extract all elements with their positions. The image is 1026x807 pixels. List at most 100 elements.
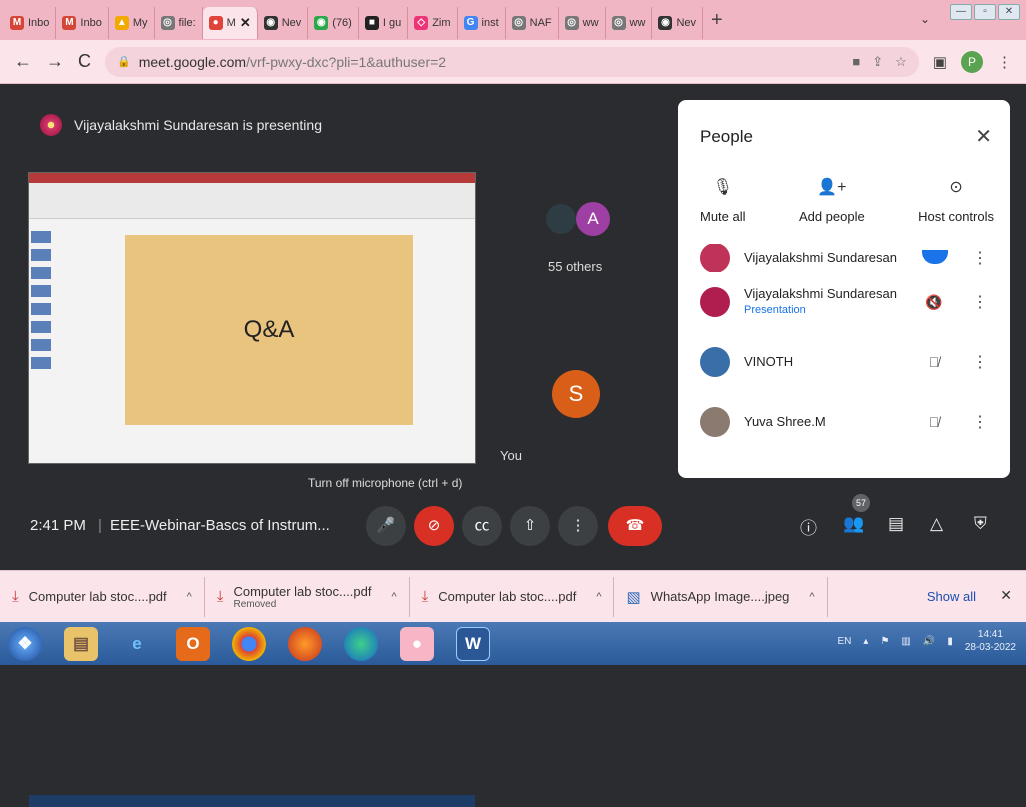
new-tab-button[interactable]: + [711,9,723,32]
firefox-icon[interactable] [288,626,322,661]
tab-3[interactable]: ◎ file: [155,7,203,39]
tab-13[interactable]: ◉ Nev [652,7,703,39]
tab-9[interactable]: Ginst [458,7,506,39]
people-icon[interactable]: 👥 [843,514,864,534]
presentation-muted-icon[interactable]: 🔇 [922,294,946,311]
battery-icon[interactable]: ▮ [947,636,953,647]
tab-label: Nev [281,17,302,29]
volume-icon[interactable]: 🔊 [923,636,935,647]
meeting-controls: 2:41 PM | EEE-Webinar-Bascs of Instrum..… [0,494,1026,550]
camera-in-use-icon[interactable]: ■ [852,54,860,70]
flag-icon[interactable]: ⚑ [880,636,889,647]
activities-icon[interactable]: △ [930,514,943,534]
download-menu-icon[interactable]: ^ [809,591,814,603]
download-item[interactable]: ⤓ Computer lab stoc....pdf ^ [410,576,615,617]
system-tray: EN ▴ ⚑ ▥ 🔊 ▮ 14:41 28-03-2022 [838,628,1016,654]
tab-8[interactable]: ◇ Zim [408,7,458,39]
participant-avatar-a: A [576,202,610,236]
shared-screen[interactable]: Q&A [28,172,476,807]
forward-icon[interactable]: → [46,51,64,72]
participant-name-block: Vijayalakshmi Sundaresan Presentation [744,286,922,318]
tab-label: Inbo [28,17,50,29]
internet-explorer-icon[interactable]: e [120,627,154,661]
close-downloads-icon[interactable]: ✕ [1000,587,1012,604]
tab-11[interactable]: ◎ ww [559,7,606,39]
close-icon[interactable]: ✕ [975,124,992,149]
menu-kebab-icon[interactable]: ⋮ [997,53,1012,71]
windows-logo-icon: ❖ [17,633,33,653]
tab-7[interactable]: ■ I gu [359,7,409,39]
tab-2[interactable]: ▲ My [109,7,155,39]
tab-6[interactable]: ◉ (76) [308,7,359,39]
tray-arrow-icon[interactable]: ▴ [863,636,868,647]
reload-icon[interactable]: C [78,51,91,72]
leave-call-button[interactable]: ☎ [608,506,662,546]
more-options-button[interactable]: ⋮ [558,506,598,546]
download-menu-icon[interactable]: ^ [391,591,396,603]
close-window-button[interactable]: ✕ [998,4,1020,20]
edge-icon[interactable] [344,626,378,661]
participant-more-icon[interactable]: ⋮ [972,352,988,372]
participant-row[interactable]: Vijayalakshmi Sundaresan Presentation 🔇 ⋮ [678,272,1010,332]
captions-button[interactable]: ㏄ [462,506,502,546]
participant-row[interactable]: VINOTH 🎙̸ ⋮ [678,332,1010,392]
host-controls-icon[interactable]: ⛨ [974,514,987,534]
people-action-add-people[interactable]: 👤+ Add people [799,177,865,224]
profile-avatar[interactable]: P [961,50,983,73]
people-action-mute-all[interactable]: 🎙 Mute all [700,177,746,224]
speaking-indicator-icon[interactable] [922,249,948,267]
download-item[interactable]: ▧ WhatsApp Image....jpeg ^ [614,576,828,617]
outlook-icon[interactable]: O [176,626,210,661]
share-icon[interactable]: ⇪ [872,54,883,70]
tab-4[interactable]: ● M ✕ [202,7,258,39]
tab-10[interactable]: ◎ NAF [506,7,559,39]
download-item[interactable]: ⤓ Computer lab stoc....pdf ^ [0,576,205,617]
tab-label: inst [481,17,499,29]
chrome-icon[interactable] [232,626,266,661]
tab-0[interactable]: M Inbo [4,7,57,39]
participant-row[interactable]: Yuva Shree.M 🎙̸ ⋮ [678,392,1010,452]
download-menu-icon[interactable]: ^ [187,591,192,603]
url-field[interactable]: 🔒 meet.google.com/vrf-pwxy-dxc?pli=1&aut… [105,46,919,77]
tab-5[interactable]: ◉ Nev [258,7,309,39]
chrome-active-icon[interactable]: ● [400,626,434,661]
download-name: Computer lab stoc....pdf [233,583,372,599]
word-icon[interactable]: W [456,626,490,661]
tab-close-icon[interactable]: ✕ [240,15,251,31]
shared-taskbar [29,795,475,807]
tab-12[interactable]: ◎ ww [606,7,653,39]
people-panel: People ✕ 🎙 Mute all 👤+ Add people ⊙ Host cont… [678,100,1010,478]
mic-off-icon[interactable]: 🎙̸ [922,414,946,430]
clock[interactable]: 14:41 28-03-2022 [965,628,1016,654]
tab-1[interactable]: M Inbo [56,7,109,39]
tab-label: NAF [529,17,552,29]
presenter-avatar [40,114,62,136]
maximize-button[interactable]: ▫ [974,4,996,20]
info-icon[interactable]: ⓘ [800,514,817,539]
tab-label: ww [582,17,599,29]
download-item[interactable]: ⤓ Computer lab stoc....pdf Removed ^ [205,576,410,617]
language-indicator[interactable]: EN [838,636,852,647]
file-explorer-icon[interactable]: ▤ [64,626,98,661]
participant-row[interactable]: Vijayalakshmi Sundaresan ⋮ [678,244,1010,272]
participant-avatar [700,347,730,377]
present-button[interactable]: ⇧ [510,506,550,546]
back-icon[interactable]: ← [14,51,32,72]
lock-icon[interactable]: 🔒 [117,55,131,68]
chat-icon[interactable]: ▤ [888,514,904,534]
mic-button[interactable]: 🎤 [366,506,406,546]
minimize-button[interactable]: — [950,4,972,20]
mic-off-icon[interactable]: 🎙̸ [922,354,946,370]
participant-more-icon[interactable]: ⋮ [972,412,988,432]
bookmark-star-icon[interactable]: ☆ [895,54,907,70]
network-icon[interactable]: ▥ [901,636,910,647]
people-action-host-controls[interactable]: ⊙ Host controls [918,177,994,224]
start-button[interactable]: ❖ [8,626,42,661]
show-all-link[interactable]: Show all [927,589,976,604]
participant-more-icon[interactable]: ⋮ [972,248,988,268]
sidebar-icon[interactable]: ▣ [933,53,947,71]
participant-more-icon[interactable]: ⋮ [972,292,988,312]
tab-search-icon[interactable]: ⌄ [920,12,930,26]
camera-off-button[interactable]: ⊘ [414,506,454,546]
download-menu-icon[interactable]: ^ [596,591,601,603]
